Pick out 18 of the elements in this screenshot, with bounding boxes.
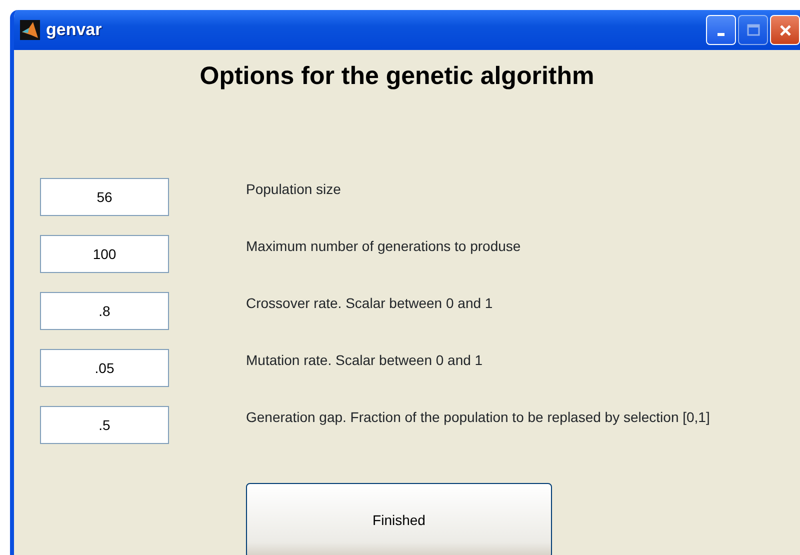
field-label: Crossover rate. Scalar between 0 and 1 [246,294,493,313]
input-field[interactable]: 100 [40,234,169,272]
app-icon [20,20,40,40]
minimize-button[interactable] [706,15,736,45]
input-field[interactable]: .05 [40,348,169,386]
finished-button[interactable]: Finished [246,482,552,555]
input-field[interactable]: .8 [40,292,169,330]
input-field[interactable]: 56 [40,178,169,216]
field-label: Generation gap. Fraction of the population to be replased by selection [0,1] [246,408,710,427]
minimize-icon [717,33,725,36]
window-title: genvar [46,19,102,42]
field-label: Maximum number of generations to produse [246,237,521,256]
maximize-icon [744,22,762,38]
heading: Options for the genetic algorithm [198,61,596,92]
input-field[interactable]: .5 [40,406,169,444]
close-button[interactable] [770,15,800,45]
field-label: Population size [246,180,341,199]
field-label: Mutation rate. Scalar between 0 and 1 [246,351,483,370]
